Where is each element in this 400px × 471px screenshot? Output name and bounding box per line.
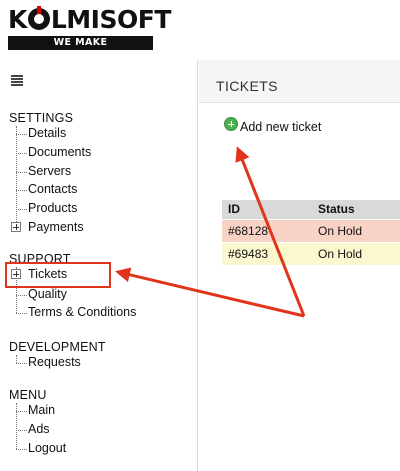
sidebar-item-ads[interactable]: Ads bbox=[28, 422, 50, 436]
logo-tagline: WE MAKE SOFTSWITCHES bbox=[8, 36, 153, 62]
sidebar-section-settings: SETTINGS bbox=[9, 111, 74, 125]
column-header-status[interactable]: Status bbox=[312, 200, 400, 219]
ticket-status-cell: On Hold bbox=[312, 218, 400, 242]
sidebar-item-payments[interactable]: Payments bbox=[28, 220, 84, 234]
app-header: K LMISOFT WE MAKE SOFTSWITCHES bbox=[0, 0, 400, 62]
sidebar-item-documents[interactable]: Documents bbox=[28, 145, 91, 159]
table-row[interactable]: #68128 On Hold bbox=[222, 218, 400, 242]
sidebar-item-products[interactable]: Products bbox=[28, 201, 77, 215]
sidebar-item-requests[interactable]: Requests bbox=[28, 355, 81, 369]
table-row[interactable]: #69483 On Hold bbox=[222, 241, 400, 265]
table-header-row: ID Status bbox=[222, 200, 400, 219]
expand-payments-icon[interactable] bbox=[11, 222, 21, 232]
sidebar-item-main[interactable]: Main bbox=[28, 403, 55, 417]
main-header: TICKETS bbox=[199, 60, 400, 103]
add-new-ticket-link[interactable]: Add new ticket bbox=[224, 117, 322, 134]
sidebar-item-contacts[interactable]: Contacts bbox=[28, 182, 77, 196]
add-new-ticket-label: Add new ticket bbox=[240, 120, 322, 134]
sidebar-section-development: DEVELOPMENT bbox=[9, 340, 106, 354]
sidebar-item-logout[interactable]: Logout bbox=[28, 441, 66, 455]
logo-o-mark bbox=[27, 6, 50, 30]
tree-line bbox=[16, 126, 17, 228]
ticket-id-cell[interactable]: #68128 bbox=[222, 218, 312, 242]
logo[interactable]: K LMISOFT bbox=[8, 6, 171, 34]
hamburger-icon[interactable] bbox=[11, 75, 23, 86]
sidebar-item-details[interactable]: Details bbox=[28, 126, 66, 140]
column-header-id[interactable]: ID bbox=[222, 200, 312, 219]
sidebar-item-servers[interactable]: Servers bbox=[28, 164, 71, 178]
page-title: TICKETS bbox=[216, 78, 278, 94]
sidebar-item-quality[interactable]: Quality bbox=[28, 287, 67, 301]
tickets-table: ID Status #68128 On Hold #69483 On Hold bbox=[222, 200, 400, 265]
highlight-box-tickets bbox=[5, 262, 111, 288]
add-circle-icon bbox=[224, 117, 238, 131]
ticket-status-cell: On Hold bbox=[312, 241, 400, 265]
sidebar-item-terms-conditions[interactable]: Terms & Conditions bbox=[28, 305, 136, 319]
ticket-id-cell[interactable]: #69483 bbox=[222, 241, 312, 265]
sidebar-section-menu: MENU bbox=[9, 388, 47, 402]
